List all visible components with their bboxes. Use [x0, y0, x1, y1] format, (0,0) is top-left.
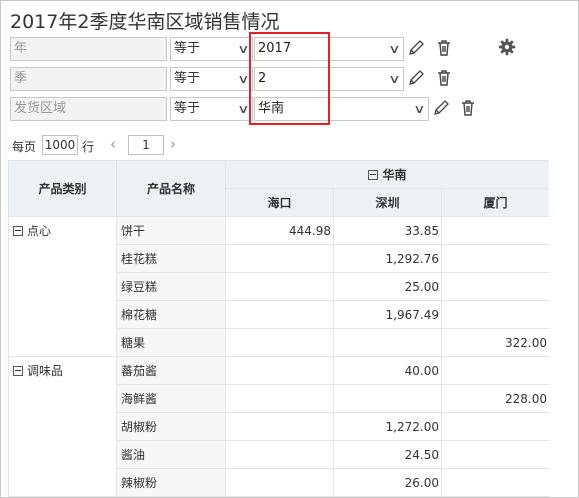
- value-cell: [225, 356, 334, 385]
- filter-operator-quarter[interactable]: 等于 ∨: [170, 67, 253, 91]
- filter-field-year[interactable]: 年: [10, 37, 167, 61]
- chevron-down-icon: ∨: [237, 72, 250, 86]
- product-name-cell: 桂花糕: [116, 244, 226, 273]
- value-cell: [225, 412, 334, 441]
- product-name-cell: 饼干: [116, 216, 226, 245]
- category-label: 调味品: [27, 364, 64, 378]
- next-page-button[interactable]: ›: [170, 135, 176, 153]
- chevron-down-icon: ∨: [413, 102, 426, 116]
- minus-box-icon[interactable]: [368, 169, 379, 180]
- pencil-icon[interactable]: [432, 98, 450, 118]
- product-name-cell: 辣椒粉: [116, 468, 226, 497]
- product-name-cell: 海鲜酱: [116, 384, 226, 413]
- filter-value-region[interactable]: 华南 ∨: [254, 97, 429, 121]
- per-page-input[interactable]: 1000: [42, 135, 78, 155]
- value-cell: [441, 356, 549, 385]
- filter-operator-region[interactable]: 等于 ∨: [170, 97, 253, 121]
- header-city-shenzhen[interactable]: 深圳: [333, 188, 442, 217]
- value-cell: 24.50: [333, 440, 442, 469]
- value-cell: [441, 216, 549, 245]
- value-cell: [333, 384, 442, 413]
- category-label: 点心: [27, 224, 52, 238]
- filter-field-quarter[interactable]: 季: [10, 67, 167, 91]
- trash-icon[interactable]: [435, 68, 453, 88]
- product-name-cell: 蕃茄酱: [116, 356, 226, 385]
- value-cell: 25.00: [333, 272, 442, 301]
- operator-label: 等于: [174, 101, 201, 116]
- sales-table-container[interactable]: 产品类别 产品名称 华南 海口 深圳 厦门 点心 饼干 444.98 33.85: [8, 160, 549, 498]
- operator-label: 等于: [174, 41, 201, 56]
- table-row: 调味品 蕃茄酱 40.00: [8, 356, 549, 497]
- value-cell: 40.00: [333, 356, 442, 385]
- filter-operator-year[interactable]: 等于 ∨: [170, 37, 253, 61]
- value-cell: [441, 412, 549, 441]
- gear-icon[interactable]: [498, 38, 516, 56]
- value-cell: 228.00: [441, 384, 549, 413]
- filter-value-year[interactable]: 2017 ∨: [254, 37, 404, 61]
- value-cell: [441, 468, 549, 497]
- page-number-input[interactable]: 1: [128, 135, 164, 155]
- value-cell: [225, 384, 334, 413]
- value-cell: [441, 440, 549, 469]
- value-cell: 1,292.76: [333, 244, 442, 273]
- filter-field-region[interactable]: 发货区域: [10, 97, 167, 121]
- value-cell: 444.98: [225, 216, 334, 245]
- chevron-down-icon: ∨: [388, 72, 401, 86]
- value-cell: 322.00: [441, 328, 549, 357]
- chevron-down-icon: ∨: [237, 42, 250, 56]
- value-cell: [225, 440, 334, 469]
- trash-icon[interactable]: [459, 98, 477, 118]
- product-name-cell: 糖果: [116, 328, 226, 357]
- operator-label: 等于: [174, 71, 201, 86]
- minus-box-icon[interactable]: [13, 225, 23, 236]
- value-cell: [225, 468, 334, 497]
- category-cell[interactable]: 调味品: [8, 356, 117, 497]
- product-name-cell: 酱油: [116, 440, 226, 469]
- value-label: 2: [258, 71, 267, 86]
- value-cell: [225, 300, 334, 329]
- table-row: 点心 饼干 444.98 33.85: [8, 216, 549, 357]
- header-product-name[interactable]: 产品名称: [116, 160, 226, 217]
- header-city-xiamen[interactable]: 厦门: [441, 188, 549, 217]
- prev-page-button[interactable]: ‹: [110, 135, 116, 153]
- header-region[interactable]: 华南: [225, 160, 549, 189]
- header-category[interactable]: 产品类别: [8, 160, 117, 217]
- value-cell: 1,272.00: [333, 412, 442, 441]
- chevron-down-icon: ∨: [237, 102, 250, 116]
- sales-table: 产品类别 产品名称 华南 海口 深圳 厦门 点心 饼干 444.98 33.85: [8, 160, 549, 497]
- filter-value-quarter[interactable]: 2 ∨: [254, 67, 404, 91]
- product-name-cell: 绿豆糕: [116, 272, 226, 301]
- value-cell: 26.00: [333, 468, 442, 497]
- pencil-icon[interactable]: [407, 68, 425, 88]
- value-label: 2017: [258, 41, 292, 56]
- category-cell[interactable]: 点心: [8, 216, 117, 357]
- value-cell: 1,967.49: [333, 300, 442, 329]
- page-title: 2017年2季度华南区域销售情况: [10, 11, 280, 33]
- value-cell: [441, 272, 549, 301]
- value-cell: [225, 272, 334, 301]
- value-cell: [441, 244, 549, 273]
- trash-icon[interactable]: [435, 38, 453, 58]
- pencil-icon[interactable]: [407, 38, 425, 58]
- value-cell: [225, 328, 334, 357]
- value-cell: [333, 328, 442, 357]
- product-name-cell: 棉花糖: [116, 300, 226, 329]
- chevron-down-icon: ∨: [388, 42, 401, 56]
- value-cell: [225, 244, 334, 273]
- value-cell: 33.85: [333, 216, 442, 245]
- header-city-haikou[interactable]: 海口: [225, 188, 334, 217]
- per-page-label: 每页: [12, 140, 37, 154]
- value-cell: [441, 300, 549, 329]
- header-region-label: 华南: [382, 168, 407, 182]
- product-name-cell: 胡椒粉: [116, 412, 226, 441]
- value-label: 华南: [258, 101, 285, 116]
- minus-box-icon[interactable]: [13, 365, 23, 376]
- row-label: 行: [82, 140, 95, 154]
